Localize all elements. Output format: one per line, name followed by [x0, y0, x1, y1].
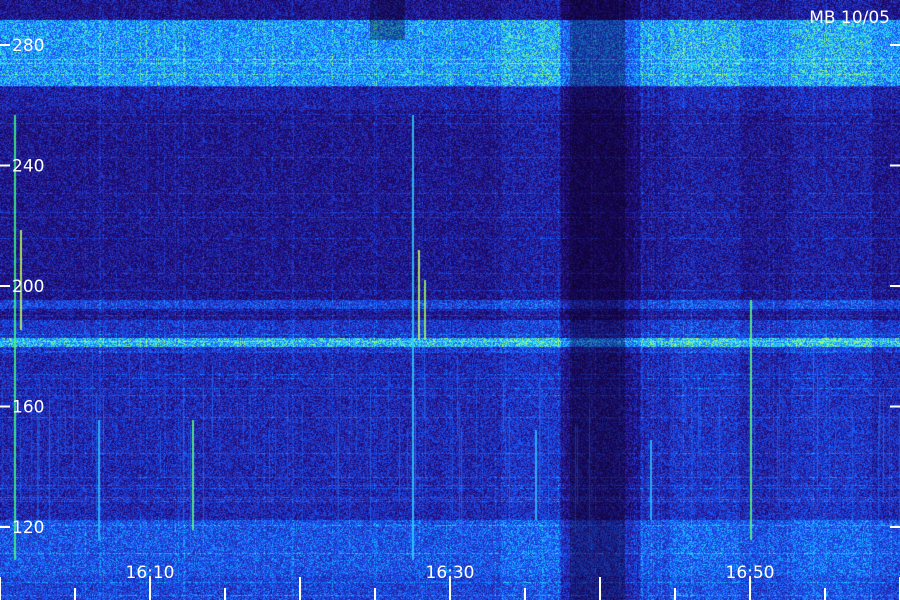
y-tick-label: 280: [12, 36, 44, 56]
y-tick-label: 200: [12, 277, 44, 297]
x-tick-label: 16:50: [726, 563, 775, 583]
x-tick-label: 16:30: [426, 563, 475, 583]
chart-overlay: MB 10/05 280 240 200 160 120 16:10 16:30 16:50: [0, 8, 900, 600]
spectrogram: MB 10/05 280 240 200 160 120 16:10 16:30 16:50: [0, 0, 900, 600]
y-tick-label: 240: [12, 157, 44, 177]
y-tick-label: 160: [12, 398, 44, 418]
x-tick-label: 16:10: [126, 563, 175, 583]
chart-title: MB 10/05: [809, 8, 890, 28]
y-axis: 280 240 200 160 120: [0, 36, 900, 538]
y-tick-label: 120: [12, 518, 44, 538]
x-axis: 16:10 16:30 16:50: [0, 563, 900, 600]
